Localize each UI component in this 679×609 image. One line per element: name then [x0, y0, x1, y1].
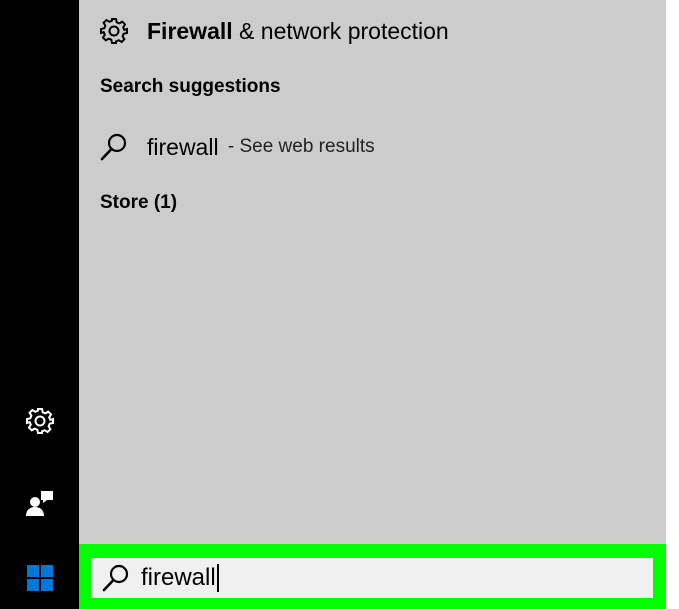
gear-icon	[25, 408, 54, 434]
search-input[interactable]: firewall	[141, 564, 219, 593]
suggestion-subtext: - See web results	[222, 136, 375, 157]
gear-icon	[100, 18, 128, 44]
search-box-highlight: firewall	[79, 544, 666, 609]
feedback-rail-button[interactable]	[0, 485, 79, 521]
search-box[interactable]: firewall	[91, 558, 653, 598]
user-feedback-icon	[25, 491, 53, 516]
best-match-result[interactable]: Firewall & network protection	[99, 14, 449, 48]
settings-rail-button[interactable]	[0, 403, 79, 439]
best-match-title-rest: & network protection	[232, 17, 449, 44]
suggestion-query: firewall	[147, 133, 219, 160]
search-results-panel: Firewall & network protection Search sug…	[79, 0, 666, 544]
start-button[interactable]	[0, 560, 79, 596]
page-edge	[666, 0, 679, 609]
search-suggestions-heading: Search suggestions	[100, 76, 281, 97]
web-suggestion-item[interactable]: firewall - See web results	[99, 130, 375, 164]
best-match-title-bold: Firewall	[147, 17, 233, 44]
start-rail	[0, 0, 79, 609]
text-caret	[216, 564, 219, 593]
search-input-value: firewall	[141, 563, 216, 591]
search-icon	[102, 564, 129, 592]
best-match-title: Firewall & network protection	[147, 18, 449, 45]
windows-logo-icon	[26, 565, 53, 591]
search-icon	[100, 133, 127, 161]
store-heading[interactable]: Store (1)	[100, 192, 177, 214]
